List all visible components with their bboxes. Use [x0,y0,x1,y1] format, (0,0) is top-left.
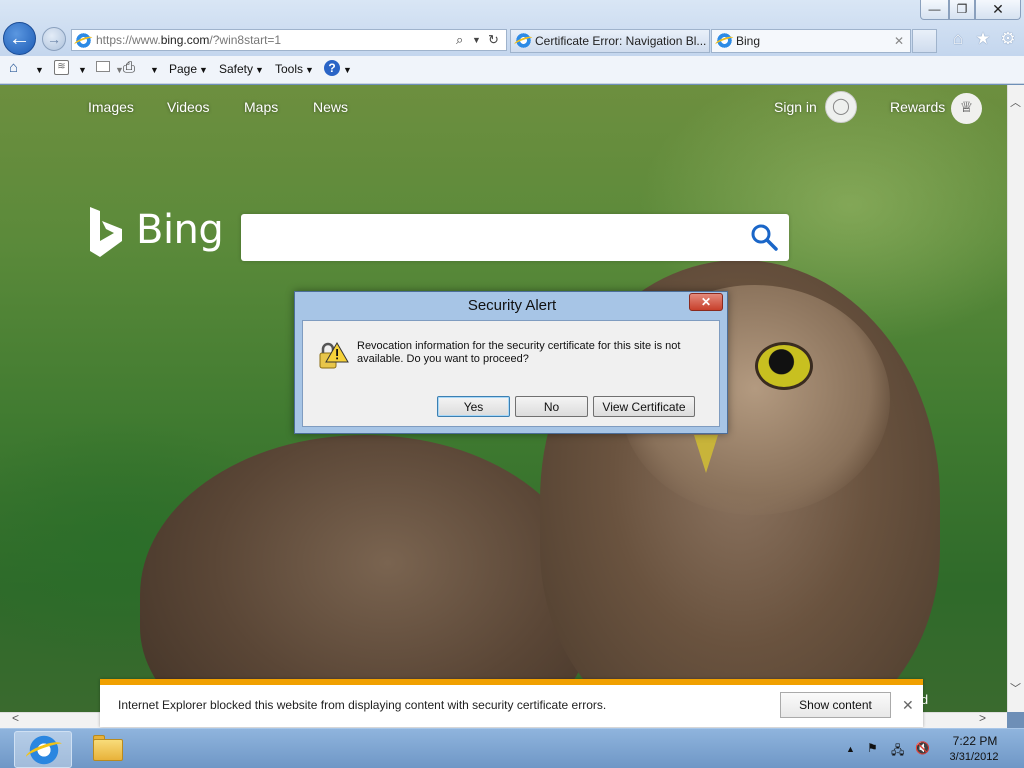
warning-lock-icon [319,342,349,369]
yes-button[interactable]: Yes [437,396,510,417]
rewards-trophy-icon[interactable]: ♕ [951,93,982,124]
url-host: bing.com [160,33,210,47]
vertical-scrollbar[interactable] [1007,85,1024,712]
forward-arrow-icon: → [47,31,61,47]
bing-logo[interactable]: Bing [88,205,228,261]
network-icon[interactable]: 🖧 [891,741,904,762]
chevron-down-icon: ▼ [255,65,264,75]
tab-label: Certificate Error: Navigation Bl... [535,34,707,48]
url-suffix: /?win8start=1 [209,33,282,47]
scroll-left-icon[interactable]: < [12,711,19,725]
sign-in-link[interactable]: Sign in [774,99,817,115]
search-dropdown-icon[interactable]: ▼ [472,35,481,45]
avatar[interactable]: ◯ [825,91,857,123]
no-button[interactable]: No [515,396,588,417]
minimize-button[interactable]: — [920,0,949,20]
notification-bar: Internet Explorer blocked this website f… [100,679,923,727]
tools-menu[interactable]: Tools ▼ [275,62,314,76]
background-owl-beak [694,435,718,473]
notification-message: Internet Explorer blocked this website f… [118,698,607,712]
dialog-body: Revocation information for the security … [302,320,720,427]
safety-menu[interactable]: Safety ▼ [219,62,264,76]
nav-images-link[interactable]: Images [88,99,134,115]
taskbar: ▲ ⚑ 🖧 🔇 7:22 PM 3/31/2012 [0,728,1024,768]
ie-icon [516,33,531,48]
rewards-link[interactable]: Rewards [890,99,945,115]
favorites-star-icon[interactable]: ★ [972,28,994,50]
show-content-button[interactable]: Show content [780,692,891,718]
background-owl-left [140,435,590,712]
address-url[interactable]: https://www.bing.com/?win8start=1 [96,33,281,47]
scroll-up-icon[interactable]: ︿ [1007,94,1024,110]
scroll-down-icon[interactable]: ﹀ [1007,680,1024,696]
chevron-down-icon[interactable]: ▼ [35,65,44,75]
close-tab-icon[interactable]: ✕ [894,30,904,52]
clock-time[interactable]: 7:22 PM [950,734,1000,748]
close-icon[interactable]: ✕ [902,697,914,714]
address-bar[interactable]: https://www.bing.com/?win8start=1 ⌕ ▼ ↻ [71,29,507,51]
print-icon[interactable]: ⎙ [123,59,135,76]
taskbar-internet-explorer-button[interactable] [14,731,72,768]
home-icon[interactable]: ⌂ [947,28,969,50]
browser-title-bar: — ❐ ✕ ← → https://www.bing.com/?win8star… [0,0,1024,56]
bing-b-icon [90,207,122,257]
page-menu[interactable]: Page ▼ [169,62,208,76]
search-icon[interactable] [749,222,779,252]
chevron-down-icon[interactable]: ▼ [343,65,352,75]
taskbar-file-explorer-button[interactable] [91,734,125,762]
command-bar: ⌂ ▼ ≋ ▼ ▼ ⎙ ▼ Page ▼ Safety ▼ Tools ▼ ? ▼ [0,56,1024,84]
safety-menu-label: Safety [219,62,254,76]
new-tab-button[interactable] [912,29,937,53]
chevron-down-icon: ▼ [199,65,208,75]
dialog-close-button[interactable]: ✕ [689,293,723,311]
bing-logo-text: Bing [136,207,224,253]
view-certificate-button[interactable]: View Certificate [593,396,695,417]
nav-videos-link[interactable]: Videos [167,99,210,115]
refresh-icon[interactable]: ↻ [488,32,499,48]
volume-muted-icon[interactable]: 🔇 [915,741,930,755]
ie-icon [717,33,732,48]
back-arrow-icon: ← [8,25,31,50]
ie-icon [76,33,91,48]
folder-icon [93,739,123,761]
gear-icon[interactable]: ⚙ [997,28,1019,50]
user-icon: ◯ [832,98,850,115]
tools-menu-label: Tools [275,62,304,76]
tab-label: Bing [736,34,761,48]
help-icon[interactable]: ? [324,60,340,76]
nav-news-link[interactable]: News [313,99,348,115]
dialog-title: Security Alert [467,297,557,314]
tab-bing[interactable]: Bing ✕ [711,29,911,53]
background-owl-eye [755,342,813,390]
chevron-down-icon[interactable]: ▼ [150,65,159,75]
forward-button[interactable]: → [42,27,66,51]
security-alert-dialog: Security Alert ✕ Revocation information … [294,291,728,434]
chevron-down-icon[interactable]: ▼ [78,65,87,75]
close-window-button[interactable]: ✕ [975,0,1021,20]
search-icon[interactable]: ⌕ [456,32,463,48]
show-hidden-icons-icon[interactable]: ▲ [846,744,855,754]
feeds-icon[interactable]: ≋ [54,60,69,75]
action-center-flag-icon[interactable]: ⚑ [867,741,878,755]
nav-maps-link[interactable]: Maps [244,99,278,115]
page-menu-label: Page [169,62,198,76]
dialog-message: Revocation information for the security … [357,340,681,365]
home-icon[interactable]: ⌂ [9,59,18,76]
search-input[interactable] [241,214,789,261]
clock-date[interactable]: 3/31/2012 [945,751,1003,763]
chevron-down-icon: ▼ [305,65,314,75]
url-prefix: https://www. [96,33,161,47]
maximize-button[interactable]: ❐ [949,0,975,20]
tab-certificate-error[interactable]: Certificate Error: Navigation Bl... [510,29,710,53]
mail-icon[interactable] [96,61,110,72]
ie-icon [29,735,59,765]
scroll-right-icon[interactable]: > [979,711,986,725]
back-button[interactable]: ← [3,22,36,55]
